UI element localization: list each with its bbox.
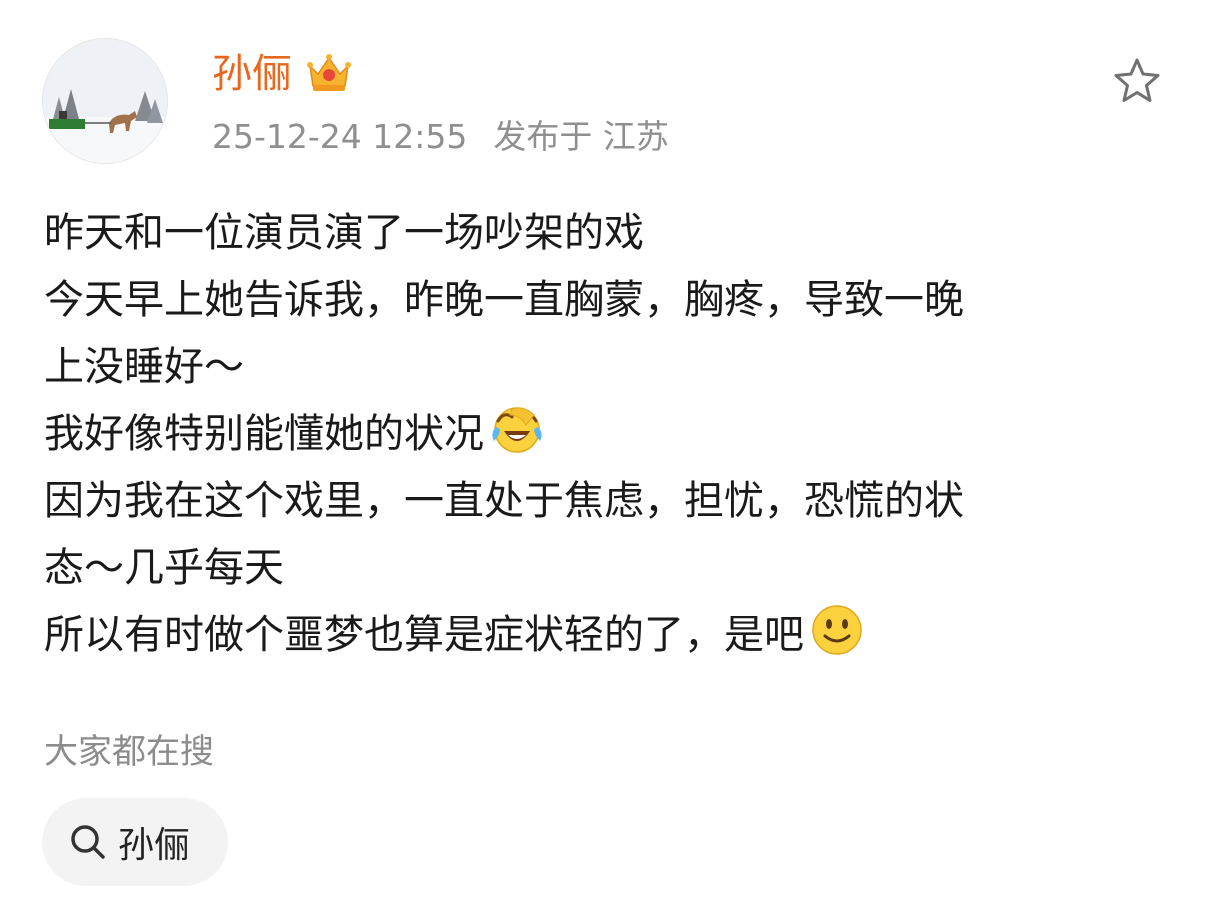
smiling-face-emoji: [812, 605, 862, 655]
post-line-4: 我好像特别能懂她的状况: [44, 401, 1164, 468]
post-meta: 25-12-24 12:55 发布于 江苏: [212, 116, 669, 158]
avatar[interactable]: [42, 38, 168, 164]
post-line-6: 态～几乎每天: [44, 545, 284, 591]
crown-icon: [307, 54, 351, 91]
post-line-7: 所以有时做个噩梦也算是症状轻的了，是吧: [44, 602, 1164, 669]
search-chip-label: 孙俪: [118, 825, 191, 866]
laughing-crying-emoji: [492, 407, 542, 453]
post-timestamp: 25-12-24 12:55: [212, 117, 468, 156]
star-icon[interactable]: [1111, 56, 1163, 106]
search-chip[interactable]: 孙俪: [42, 798, 228, 886]
post-line-2: 今天早上她告诉我，昨晚一直胸蒙，胸疼，导致一晚: [44, 277, 964, 323]
search-icon: [71, 825, 105, 859]
username[interactable]: 孙俪: [212, 48, 292, 100]
post-content: 昨天和一位演员演了一场吵架的戏 今天早上她告诉我，昨晚一直胸蒙，胸疼，导致一晚 …: [44, 200, 1164, 669]
post-location: 发布于 江苏: [493, 117, 669, 156]
post-line-1: 昨天和一位演员演了一场吵架的戏: [44, 210, 644, 256]
post-line-3: 上没睡好～: [44, 344, 244, 390]
post-line-5: 因为我在这个戏里，一直处于焦虑，担忧，恐慌的状: [44, 478, 964, 524]
trending-search-title: 大家都在搜: [44, 732, 214, 772]
snow-scene-avatar-image: [43, 39, 167, 163]
